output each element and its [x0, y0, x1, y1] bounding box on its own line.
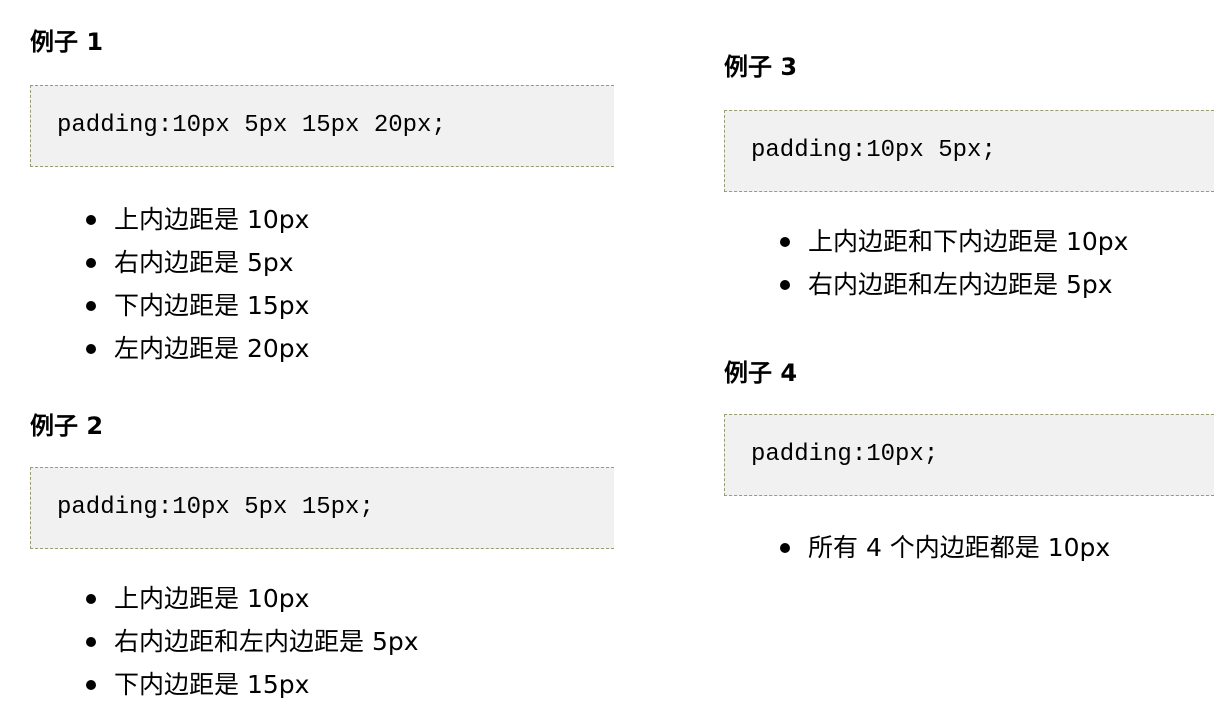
explanation-list: 上内边距和下内边距是 10px 右内边距和左内边距是 5px — [724, 220, 1128, 306]
code-block: padding:10px 5px 15px; — [30, 467, 614, 549]
code-block: padding:10px; — [724, 414, 1214, 496]
example-3: 例子 3 padding:10px 5px; 上内边距和下内边距是 10px 右… — [724, 52, 1214, 312]
list-item: 上内边距是 10px — [30, 577, 419, 620]
list-item: 上内边距是 10px — [30, 198, 309, 241]
code-text: padding:10px; — [751, 441, 939, 468]
list-item: 下内边距是 15px — [30, 663, 419, 706]
example-title: 例子 3 — [724, 53, 798, 81]
list-item: 右内边距和左内边距是 5px — [724, 263, 1128, 306]
code-text: padding:10px 5px; — [751, 137, 996, 164]
code-block: padding:10px 5px 15px 20px; — [30, 85, 614, 167]
list-item: 右内边距是 5px — [30, 241, 309, 284]
example-title: 例子 4 — [724, 359, 798, 387]
list-item: 上内边距和下内边距是 10px — [724, 220, 1128, 263]
explanation-list: 上内边距是 10px 右内边距是 5px 下内边距是 15px 左内边距是 20… — [30, 198, 309, 370]
example-2: 例子 2 padding:10px 5px 15px; 上内边距是 10px 右… — [30, 411, 614, 711]
code-text: padding:10px 5px 15px; — [57, 494, 374, 521]
example-title: 例子 1 — [30, 28, 104, 56]
code-block: padding:10px 5px; — [724, 110, 1214, 192]
list-item: 左内边距是 20px — [30, 327, 309, 370]
explanation-list: 上内边距是 10px 右内边距和左内边距是 5px 下内边距是 15px — [30, 577, 419, 706]
list-item: 所有 4 个内边距都是 10px — [724, 526, 1110, 569]
list-item: 下内边距是 15px — [30, 284, 309, 327]
example-title: 例子 2 — [30, 412, 104, 440]
code-text: padding:10px 5px 15px 20px; — [57, 112, 446, 139]
example-1: 例子 1 padding:10px 5px 15px 20px; 上内边距是 1… — [30, 27, 614, 367]
example-4: 例子 4 padding:10px; 所有 4 个内边距都是 10px — [724, 358, 1214, 578]
explanation-list: 所有 4 个内边距都是 10px — [724, 526, 1110, 569]
list-item: 右内边距和左内边距是 5px — [30, 620, 419, 663]
